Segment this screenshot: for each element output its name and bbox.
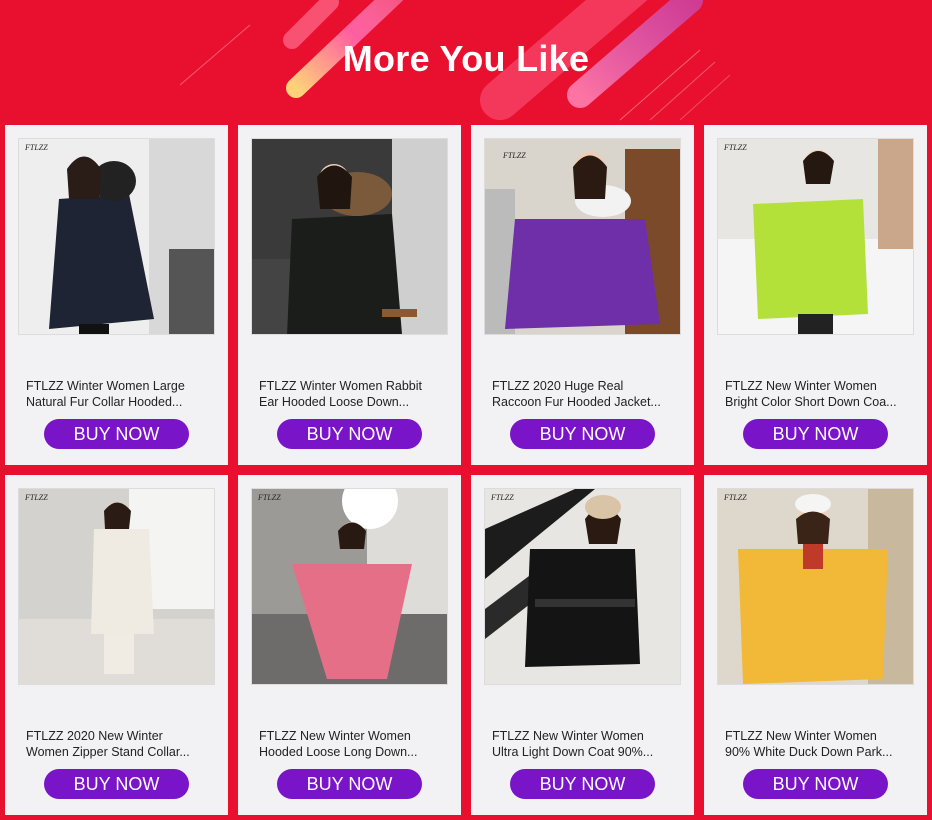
product-card[interactable]: FTLZZ FTLZZ New Winter Women Bright Colo… xyxy=(704,125,927,465)
product-title[interactable]: FTLZZ Winter Women Large Natural Fur Col… xyxy=(26,379,211,410)
buy-now-button[interactable]: BUY NOW xyxy=(44,769,189,799)
buy-now-button[interactable]: BUY NOW xyxy=(44,419,189,449)
product-title-line1: FTLZZ New Winter Women xyxy=(492,729,644,743)
product-title-line2: 90% White Duck Down Park... xyxy=(725,744,893,759)
brand-watermark: FTLZZ xyxy=(258,493,281,502)
product-title[interactable]: FTLZZ 2020 Huge Real Raccoon Fur Hooded … xyxy=(492,379,677,410)
product-title[interactable]: FTLZZ New Winter Women 90% White Duck Do… xyxy=(725,729,910,760)
product-title-line1: FTLZZ 2020 New Winter xyxy=(26,729,163,743)
product-title-line2: Women Zipper Stand Collar... xyxy=(26,744,190,759)
product-card[interactable]: FTLZZ FTLZZ Winter Women Large Natural F… xyxy=(5,125,228,465)
product-title-line1: FTLZZ Winter Women Large xyxy=(26,379,185,393)
buy-now-button[interactable]: BUY NOW xyxy=(510,419,655,449)
product-grid: FTLZZ FTLZZ Winter Women Large Natural F… xyxy=(5,125,927,820)
product-image[interactable]: FTLZZ xyxy=(18,138,215,335)
brand-watermark: FTLZZ xyxy=(491,493,514,502)
product-title-line1: FTLZZ 2020 Huge Real xyxy=(492,379,624,393)
section-title: More You Like xyxy=(342,38,590,79)
product-card[interactable]: FTLZZ FTLZZ 2020 New Winter Women Zipper… xyxy=(5,475,228,815)
product-title-line2: Ear Hooded Loose Down... xyxy=(259,394,410,409)
buy-now-button[interactable]: BUY NOW xyxy=(277,419,422,449)
product-title-line1: FTLZZ Winter Women Rabbit xyxy=(259,379,423,393)
product-title[interactable]: FTLZZ Winter Women Rabbit Ear Hooded Loo… xyxy=(259,379,444,410)
product-title-line2: Bright Color Short Down Coa... xyxy=(725,394,897,409)
header-banner: More You Like xyxy=(0,0,932,125)
product-title[interactable]: FTLZZ 2020 New Winter Women Zipper Stand… xyxy=(26,729,211,760)
product-image[interactable]: FTLZZ xyxy=(18,488,215,685)
product-image[interactable]: FTLZZ xyxy=(717,138,914,335)
product-title[interactable]: FTLZZ New Winter Women Hooded Loose Long… xyxy=(259,729,444,760)
buy-now-button[interactable]: BUY NOW xyxy=(510,769,655,799)
product-card[interactable]: FTLZZ FTLZZ New Winter Women Ultra Light… xyxy=(471,475,694,815)
product-title-line1: FTLZZ New Winter Women xyxy=(725,729,877,743)
brand-watermark: FTLZZ xyxy=(724,493,747,502)
product-card[interactable]: FTLZZ FTLZZ 2020 Huge Real Raccoon Fur H… xyxy=(471,125,694,465)
product-title-line1: FTLZZ New Winter Women xyxy=(725,379,877,393)
product-title-line2: Ultra Light Down Coat 90%... xyxy=(492,744,654,759)
product-title-line2: Natural Fur Collar Hooded... xyxy=(26,394,183,409)
buy-now-button[interactable]: BUY NOW xyxy=(743,769,888,799)
product-image[interactable]: FTLZZ xyxy=(251,488,448,685)
product-image[interactable]: FTLZZ xyxy=(717,488,914,685)
product-card[interactable]: FTLZZ FTLZZ New Winter Women Hooded Loos… xyxy=(238,475,461,815)
buy-now-button[interactable]: BUY NOW xyxy=(743,419,888,449)
product-title[interactable]: FTLZZ New Winter Women Bright Color Shor… xyxy=(725,379,910,410)
product-title-line2: Raccoon Fur Hooded Jacket... xyxy=(492,394,661,409)
product-image[interactable] xyxy=(251,138,448,335)
product-title-line2: Hooded Loose Long Down... xyxy=(259,744,418,759)
buy-now-button[interactable]: BUY NOW xyxy=(277,769,422,799)
brand-watermark: FTLZZ xyxy=(724,143,747,152)
brand-watermark: FTLZZ xyxy=(25,143,48,152)
product-image[interactable]: FTLZZ xyxy=(484,138,681,335)
product-card[interactable]: FTLZZ Winter Women Rabbit Ear Hooded Loo… xyxy=(238,125,461,465)
product-image[interactable]: FTLZZ xyxy=(484,488,681,685)
brand-watermark: FTLZZ xyxy=(25,493,48,502)
product-title-line1: FTLZZ New Winter Women xyxy=(259,729,411,743)
product-title[interactable]: FTLZZ New Winter Women Ultra Light Down … xyxy=(492,729,677,760)
product-card[interactable]: FTLZZ FTLZZ New Winter Women 90% White D… xyxy=(704,475,927,815)
brand-watermark: FTLZZ xyxy=(503,151,526,160)
